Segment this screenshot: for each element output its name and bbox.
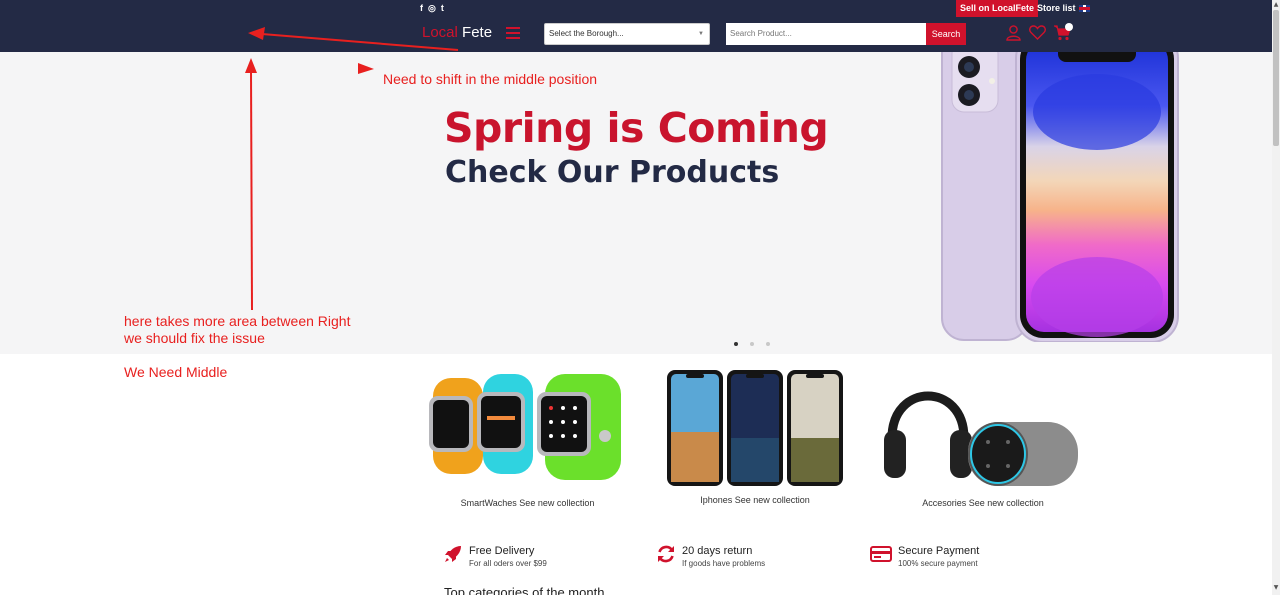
top-strip: f ◎ t Sell on LocalFete Store list	[0, 0, 1272, 17]
twitter-icon[interactable]: t	[441, 2, 444, 14]
store-list-link[interactable]: Store list	[1037, 0, 1090, 17]
hamburger-menu-icon[interactable]	[506, 27, 520, 39]
feature-20-days-return: 20 days return If goods have problems	[656, 544, 765, 569]
site-logo[interactable]: Local Fete	[422, 24, 492, 41]
scrollbar-thumb[interactable]	[1273, 10, 1279, 146]
annotation-area-note-2: we should fix the issue	[124, 330, 265, 346]
section-heading: Top categories of the month	[444, 585, 605, 595]
slide-dot-3[interactable]	[766, 342, 770, 346]
slide-dot-2[interactable]	[750, 342, 754, 346]
slider-dots	[734, 342, 770, 346]
sell-on-localfete-button[interactable]: Sell on LocalFete	[956, 0, 1039, 17]
feature-text: Free Delivery For all oders over $99	[469, 544, 547, 569]
facebook-icon[interactable]: f	[420, 2, 423, 14]
borough-select[interactable]: Select the Borough... ▼	[544, 23, 710, 45]
feature-title: Free Delivery	[469, 545, 535, 557]
main-navbar: Local Fete Select the Borough... ▼ Searc…	[0, 17, 1272, 52]
refresh-icon	[658, 545, 674, 563]
feature-subtitle: 100% secure payment	[898, 559, 978, 568]
scroll-up-arrow[interactable]: ▲	[1272, 1, 1280, 9]
search-button[interactable]: Search	[926, 23, 966, 45]
annotation-area-note-1: here takes more area between Right	[124, 313, 351, 329]
instagram-icon[interactable]: ◎	[428, 2, 436, 14]
smartwatches-image	[429, 374, 621, 480]
uk-flag-icon	[1078, 5, 1090, 12]
hero-slider: Spring is Coming Check Our Products	[0, 52, 1272, 354]
accessories-image	[884, 391, 1078, 486]
feature-free-delivery: Free Delivery For all oders over $99	[443, 544, 547, 569]
category-label: Iphones See new collection	[700, 495, 810, 505]
hero-subtitle: Check Our Products	[445, 155, 780, 190]
search-input[interactable]: Search Product...	[726, 23, 926, 45]
page: f ◎ t Sell on LocalFete Store list Local…	[0, 0, 1280, 595]
logo-fete: Fete	[462, 24, 493, 41]
logo-local: Local	[422, 24, 458, 41]
category-smartwatches[interactable]: SmartWaches See new collection	[425, 372, 630, 512]
iphones-image	[667, 370, 843, 486]
feature-text: Secure Payment 100% secure payment	[898, 544, 979, 569]
chevron-down-icon: ▼	[698, 31, 704, 37]
iphone-image	[941, 52, 1179, 342]
user-icon[interactable]	[1006, 25, 1021, 41]
annotation-shift-note: Need to shift in the middle position	[383, 71, 598, 87]
cart-count-badge	[1065, 23, 1073, 31]
social-links: f ◎ t	[420, 2, 444, 14]
store-list-label: Store list	[1037, 3, 1076, 13]
page-scrollbar[interactable]: ▲ ▼	[1272, 0, 1280, 595]
feature-text: 20 days return If goods have problems	[682, 544, 765, 569]
feature-title: Secure Payment	[898, 545, 980, 557]
category-label: SmartWaches See new collection	[460, 498, 595, 508]
category-accessories[interactable]: Accesories See new collection	[878, 368, 1088, 508]
category-iphones[interactable]: Iphones See new collection	[660, 368, 850, 508]
feature-subtitle: For all oders over $99	[469, 559, 547, 568]
scroll-down-arrow[interactable]: ▼	[1272, 584, 1280, 592]
hero-title: Spring is Coming	[444, 104, 829, 152]
slide-dot-1[interactable]	[734, 342, 738, 346]
annotation-middle-note: We Need Middle	[124, 364, 228, 380]
credit-card-icon	[870, 546, 892, 562]
borough-select-value: Select the Borough...	[549, 29, 624, 38]
feature-title: 20 days return	[682, 545, 753, 557]
feature-secure-payment: Secure Payment 100% secure payment	[870, 544, 979, 569]
feature-subtitle: If goods have problems	[682, 559, 766, 568]
heart-icon[interactable]	[1029, 25, 1046, 40]
rocket-icon	[445, 546, 461, 562]
category-label: Accesories See new collection	[922, 498, 1044, 508]
